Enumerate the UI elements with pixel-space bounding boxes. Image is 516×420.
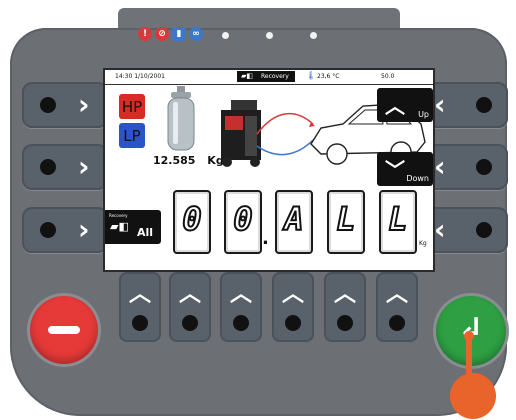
column-key-6[interactable]: ︿ bbox=[376, 272, 418, 342]
hp-indicator: HP bbox=[119, 94, 145, 119]
digit-char: 0 bbox=[181, 199, 202, 239]
chevron-up-icon: ︿ bbox=[281, 282, 304, 307]
status-time-date: 14:30 1/10/2001 bbox=[115, 73, 165, 80]
lp-indicator: LP bbox=[119, 123, 145, 148]
key-dot bbox=[40, 222, 56, 238]
minus-icon bbox=[48, 326, 80, 334]
status-light-1 bbox=[222, 32, 229, 39]
chevron-up-icon: ︿ bbox=[385, 282, 408, 307]
chevron-up-icon: ︿ bbox=[128, 282, 151, 307]
digit-3: A bbox=[275, 190, 313, 254]
chevron-left-icon: ‹ bbox=[434, 88, 446, 121]
chevron-right-icon: › bbox=[78, 213, 90, 246]
left-softkey-3[interactable]: › bbox=[22, 207, 108, 253]
key-dot bbox=[476, 222, 492, 238]
stop-button[interactable] bbox=[30, 296, 98, 364]
digit-char: L bbox=[387, 199, 408, 239]
key-dot bbox=[233, 315, 249, 331]
mode-label: Recovery bbox=[261, 73, 289, 80]
refrigerant-tank-icon bbox=[167, 86, 195, 151]
bottle-icon: ▮ bbox=[172, 27, 186, 41]
digit-unit: Kg bbox=[419, 240, 427, 247]
digit-1: 0 bbox=[173, 190, 211, 254]
tank-weight-value: 12.585 bbox=[153, 154, 196, 167]
column-key-1[interactable]: ︿ bbox=[119, 272, 161, 342]
key-dot bbox=[389, 315, 405, 331]
chevron-up-icon: ︿ bbox=[333, 282, 356, 307]
key-dot bbox=[182, 315, 198, 331]
down-label: Down bbox=[406, 174, 429, 183]
key-dot bbox=[285, 315, 301, 331]
chevron-right-icon: › bbox=[78, 88, 90, 121]
link-icon: ∞ bbox=[189, 27, 203, 41]
chevron-right-icon: › bbox=[78, 150, 90, 183]
all-label: All bbox=[137, 226, 154, 239]
mode-indicator: ▰◧ Recovery bbox=[237, 71, 295, 82]
digit-char: L bbox=[335, 199, 356, 239]
chevron-up-icon: ︿ bbox=[385, 94, 405, 118]
key-dot bbox=[337, 315, 353, 331]
no-entry-icon: ⊘ bbox=[155, 27, 169, 41]
left-softkey-2[interactable]: › bbox=[22, 144, 108, 190]
column-key-4[interactable]: ︿ bbox=[272, 272, 314, 342]
callout-marker bbox=[450, 331, 496, 419]
chevron-up-icon: ︿ bbox=[229, 282, 252, 307]
chevron-left-icon: ‹ bbox=[434, 150, 446, 183]
digit-4: L bbox=[327, 190, 365, 254]
left-softkey-1[interactable]: › bbox=[22, 82, 108, 128]
status-light-2 bbox=[266, 32, 273, 39]
up-button[interactable]: ︿ Up bbox=[377, 88, 433, 122]
status-bar: 14:30 1/10/2001 ▰◧ Recovery 🌡 23,6 °C 50… bbox=[105, 70, 433, 85]
key-dot bbox=[40, 97, 56, 113]
thermometer-icon: 🌡 bbox=[306, 71, 317, 80]
recovery-machine-icon: ▰◧ bbox=[241, 72, 253, 80]
up-label: Up bbox=[418, 110, 429, 119]
digit-2: 0 bbox=[224, 190, 262, 254]
chevron-up-icon: ︿ bbox=[178, 282, 201, 307]
recovery-machine-icon: ▰◧ bbox=[110, 220, 129, 233]
key-dot bbox=[40, 159, 56, 175]
chevron-down-icon: ﹀ bbox=[385, 158, 405, 182]
key-dot bbox=[476, 159, 492, 175]
chevron-left-icon: ‹ bbox=[434, 213, 446, 246]
temperature-readout: 23,6 °C bbox=[317, 73, 340, 80]
all-button-title: Recovery bbox=[109, 213, 128, 218]
column-key-5[interactable]: ︿ bbox=[324, 272, 366, 342]
down-button[interactable]: ﹀ Down bbox=[377, 152, 433, 186]
digit-char: A bbox=[283, 199, 304, 239]
recovery-all-button[interactable]: Recovery ▰◧ All bbox=[105, 210, 161, 244]
decimal-point: . bbox=[262, 228, 269, 249]
key-dot bbox=[476, 97, 492, 113]
digit-char: 0 bbox=[232, 199, 253, 239]
column-key-3[interactable]: ︿ bbox=[220, 272, 262, 342]
column-key-2[interactable]: ︿ bbox=[169, 272, 211, 342]
warning-icon: ! bbox=[138, 27, 152, 41]
digit-5: L bbox=[379, 190, 417, 254]
status-light-3 bbox=[310, 32, 317, 39]
status-value: 50.0 bbox=[381, 73, 395, 80]
key-dot bbox=[132, 315, 148, 331]
lcd-screen: 14:30 1/10/2001 ▰◧ Recovery 🌡 23,6 °C 50… bbox=[103, 68, 435, 272]
